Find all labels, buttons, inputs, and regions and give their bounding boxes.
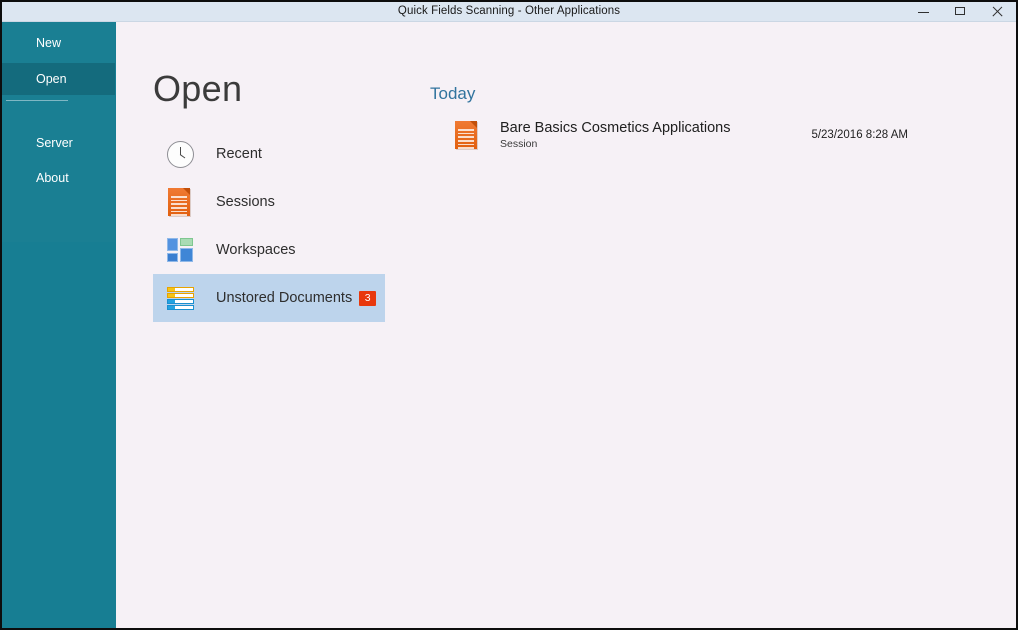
sidebar-item-label: Server [36, 136, 73, 150]
unstored-documents-icon [164, 282, 196, 314]
status-badge: 3 [359, 291, 376, 306]
maximize-icon [955, 7, 965, 15]
close-icon [991, 6, 1003, 18]
sidebar-item-label: New [36, 36, 61, 50]
minimize-icon [918, 12, 929, 13]
close-button[interactable] [979, 2, 1016, 21]
sidebar-divider [6, 100, 68, 101]
clock-icon [164, 138, 196, 170]
list-item-name: Bare Basics Cosmetics Applications [500, 120, 731, 137]
minimize-button[interactable] [905, 2, 942, 21]
sidebar-item-label: Open [36, 72, 67, 86]
list-item-text: Bare Basics Cosmetics Applications Sessi… [500, 120, 731, 151]
title-bar[interactable]: Quick Fields Scanning - Other Applicatio… [2, 2, 1016, 22]
sidebar-item-open[interactable]: Open [2, 63, 115, 95]
page-title: Open [153, 68, 242, 110]
group-heading-today: Today [430, 84, 976, 104]
document-icon [450, 118, 482, 152]
source-item-label: Unstored Documents [216, 290, 352, 306]
source-item-label: Sessions [216, 194, 275, 210]
document-icon [164, 186, 196, 218]
source-item-sessions[interactable]: Sessions [153, 178, 385, 226]
maximize-button[interactable] [942, 2, 979, 21]
sidebar-item-new[interactable]: New [2, 27, 115, 59]
sidebar-item-about[interactable]: About [2, 162, 115, 194]
list-item[interactable]: Bare Basics Cosmetics Applications Sessi… [430, 115, 976, 155]
recent-documents-pane: Today Bare Basics Cosmetics Applications… [430, 84, 976, 155]
source-item-label: Workspaces [216, 242, 296, 258]
source-item-label: Recent [216, 146, 262, 162]
source-item-recent[interactable]: Recent [153, 130, 385, 178]
sidebar-item-label: About [36, 171, 69, 185]
source-list: Recent Sessions Worksp [153, 130, 385, 322]
content-area: Open Recent Sessions [116, 22, 1016, 628]
sidebar: New Open Server About [2, 22, 116, 630]
sidebar-item-server[interactable]: Server [2, 127, 115, 159]
application-window: Quick Fields Scanning - Other Applicatio… [0, 0, 1018, 630]
window-title: Quick Fields Scanning - Other Applicatio… [2, 2, 1016, 21]
source-item-workspaces[interactable]: Workspaces [153, 226, 385, 274]
list-item-timestamp: 5/23/2016 8:28 AM [811, 129, 908, 141]
list-item-subtitle: Session [500, 137, 731, 151]
workspaces-tiles-icon [164, 234, 196, 266]
source-item-unstored-documents[interactable]: Unstored Documents 3 [153, 274, 385, 322]
